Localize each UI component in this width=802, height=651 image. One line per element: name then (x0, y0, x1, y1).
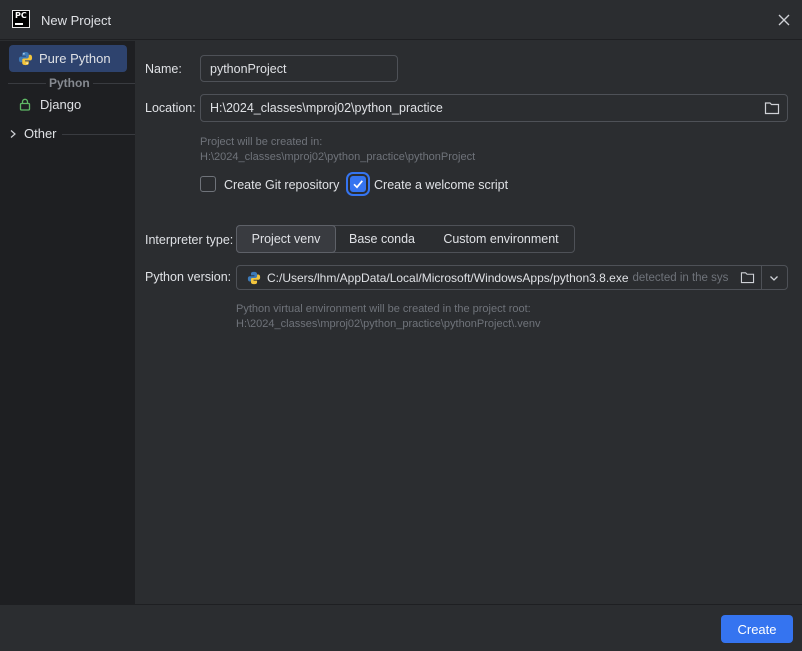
chevron-down-icon (770, 276, 778, 281)
create-button[interactable]: Create (721, 615, 793, 643)
venv-hint-line2: H:\2024_classes\mproj02\python_practice\… (236, 318, 541, 330)
welcome-script-checkbox[interactable] (350, 176, 366, 192)
name-field[interactable]: pythonProject (200, 55, 398, 82)
interpreter-option-base-conda[interactable]: Base conda (336, 226, 428, 252)
create-git-checkbox[interactable] (200, 176, 216, 192)
close-icon (778, 14, 790, 26)
browse-interpreter-button[interactable] (738, 268, 756, 286)
project-type-sidebar: Pure Python Python Django Other (0, 41, 135, 604)
python-version-dropdown[interactable]: C:/Users/lhm/AppData/Local/Microsoft/Win… (236, 265, 788, 290)
location-field[interactable]: H:\2024_classes\mproj02\python_practice (200, 94, 788, 122)
project-path-hint: Project will be created in: H:\2024_clas… (200, 135, 475, 165)
title-bar: PC New Project (0, 0, 802, 40)
group-divider-right (93, 83, 135, 84)
window-title: New Project (41, 13, 112, 28)
venv-hint-line1: Python virtual environment will be creat… (236, 303, 531, 315)
project-path-hint-line1: Project will be created in: (200, 136, 323, 148)
folder-icon (764, 102, 780, 115)
location-field-value: H:\2024_classes\mproj02\python_practice (210, 101, 443, 115)
interpreter-option-custom-environment[interactable]: Custom environment (428, 226, 574, 252)
python-version-detected-note: detected in the sys (632, 271, 729, 284)
other-divider (62, 134, 135, 135)
python-version-value: C:/Users/lhm/AppData/Local/Microsoft/Win… (267, 270, 629, 285)
interpreter-type-selector: Project venv Base conda Custom environme… (236, 225, 575, 253)
project-path-hint-line2: H:\2024_classes\mproj02\python_practice\… (200, 151, 476, 163)
python-version-label: Python version: (145, 270, 232, 284)
name-field-value: pythonProject (210, 61, 287, 76)
python-version-expand-button[interactable] (764, 268, 784, 288)
folder-icon (740, 271, 754, 283)
sidebar-item-label: Django (40, 97, 82, 112)
welcome-script-label: Create a welcome script (374, 178, 509, 192)
interpreter-type-label: Interpreter type: (145, 233, 234, 247)
dialog-footer: Create (0, 604, 802, 651)
venv-hint: Python virtual environment will be creat… (236, 302, 541, 332)
pycharm-logo-icon: PC (12, 10, 30, 28)
dropdown-separator (761, 266, 762, 289)
name-label: Name: (145, 62, 182, 76)
location-label: Location: (145, 101, 196, 115)
chevron-right-icon (10, 129, 16, 138)
sidebar-item-label: Other (24, 126, 57, 141)
app-icon-text: PC (15, 11, 27, 20)
python-icon (247, 271, 261, 284)
sidebar-group-label: Python (49, 76, 90, 90)
checkmark-icon (353, 180, 363, 189)
interpreter-option-project-venv[interactable]: Project venv (236, 225, 336, 253)
sidebar-item-pure-python-row[interactable]: Pure Python (18, 51, 111, 66)
lock-icon (19, 98, 31, 111)
group-divider-left (8, 83, 46, 84)
sidebar-item-label: Pure Python (39, 51, 111, 66)
python-icon (18, 51, 33, 66)
close-button[interactable] (774, 10, 794, 30)
sidebar-item-django[interactable]: Django (19, 97, 81, 112)
browse-location-button[interactable] (763, 99, 781, 117)
sidebar-item-other[interactable]: Other (8, 126, 57, 141)
create-git-label: Create Git repository (224, 178, 340, 192)
